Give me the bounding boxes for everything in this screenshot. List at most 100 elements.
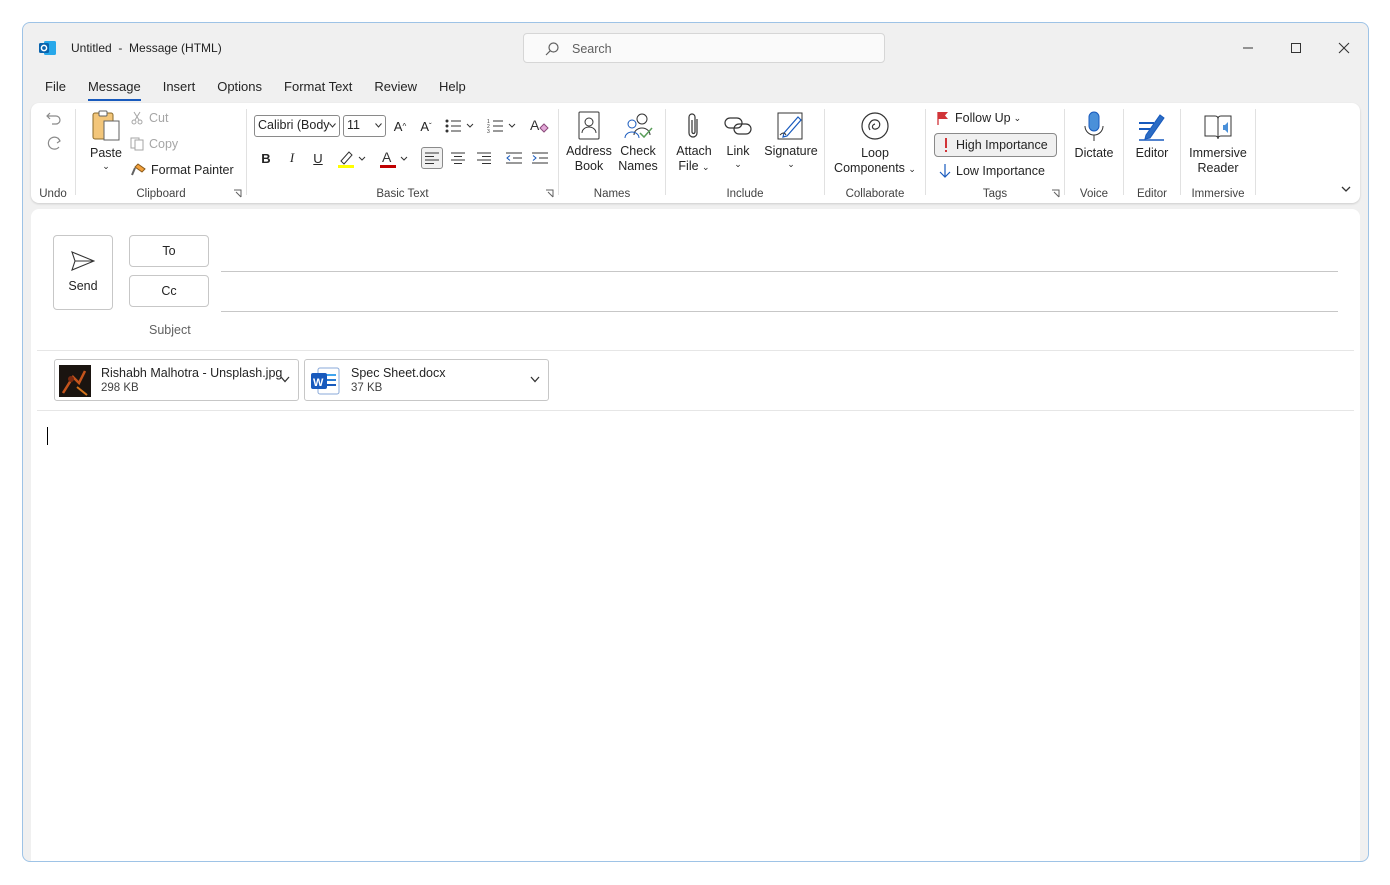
svg-text:A: A <box>530 117 540 133</box>
close-icon[interactable] <box>1333 37 1355 59</box>
cc-field[interactable] <box>221 311 1338 312</box>
dictate-button[interactable]: Dictate <box>1067 111 1121 161</box>
flag-icon <box>937 112 948 125</box>
check-names-icon <box>624 113 653 139</box>
search-box[interactable]: Search <box>523 33 885 63</box>
editor-label: Editor <box>1135 146 1169 160</box>
signature-label: Signature <box>764 144 818 158</box>
paste-button[interactable]: Paste ⌄ <box>86 109 126 171</box>
shrink-font-icon[interactable]: Aˇ <box>415 115 437 137</box>
tab-help[interactable]: Help <box>439 79 466 101</box>
copy-button[interactable]: Copy <box>130 137 178 151</box>
cut-button[interactable]: Cut <box>130 111 168 125</box>
loop-label-line2: Components ⌄ <box>834 161 916 175</box>
group-label-voice: Voice <box>1079 188 1109 200</box>
group-editor: Editor Editor <box>1124 103 1180 203</box>
redo-icon[interactable] <box>45 135 63 153</box>
immersive-reader-label-line1: Immersive <box>1189 146 1247 160</box>
numbering-icon[interactable]: 123 <box>487 118 521 134</box>
chevron-down-icon[interactable] <box>530 376 540 383</box>
cut-label: Cut <box>149 111 169 125</box>
format-painter-button[interactable]: Format Painter <box>130 163 234 177</box>
address-book-label-line2: Book <box>574 159 604 173</box>
group-label-editor: Editor <box>1136 188 1168 200</box>
low-importance-button[interactable]: Low Importance <box>939 163 1045 179</box>
minimize-icon[interactable] <box>1237 37 1259 59</box>
maximize-icon[interactable] <box>1285 37 1307 59</box>
send-icon <box>71 251 95 271</box>
group-include: Attach File ⌄ Link ⌄ Signature ⌄ Include <box>666 103 824 203</box>
copy-label: Copy <box>149 137 179 151</box>
font-family-value: Calibri (Body <box>258 118 330 132</box>
group-label-immersive: Immersive <box>1191 188 1245 200</box>
italic-button[interactable]: I <box>281 147 303 169</box>
tab-format-text[interactable]: Format Text <box>284 79 352 101</box>
arrow-down-icon <box>939 164 951 178</box>
tab-message[interactable]: Message <box>87 79 141 101</box>
compose-area: Send To Cc Subject Rishabh Malhotra - Un… <box>31 209 1360 861</box>
tab-review[interactable]: Review <box>374 79 417 101</box>
loop-components-button[interactable]: Loop Components ⌄ <box>831 111 919 177</box>
group-voice: Dictate Voice <box>1065 103 1123 203</box>
undo-icon[interactable] <box>45 109 63 127</box>
chevron-down-icon <box>375 123 382 128</box>
dialog-launcher-icon[interactable] <box>233 189 242 198</box>
clear-formatting-icon[interactable]: A <box>529 116 549 136</box>
bold-button[interactable]: B <box>255 147 277 169</box>
tab-options[interactable]: Options <box>217 79 262 101</box>
group-label-include: Include <box>726 188 764 200</box>
paste-label: Paste <box>90 146 122 160</box>
group-immersive: Immersive Reader Immersive <box>1181 103 1255 203</box>
highlight-icon[interactable] <box>337 149 373 169</box>
chevron-down-icon: ⌄ <box>102 161 110 171</box>
attach-file-button[interactable]: Attach File ⌄ <box>670 111 718 175</box>
high-importance-button[interactable]: High Importance <box>934 133 1057 157</box>
to-button[interactable]: To <box>129 235 209 267</box>
image-thumbnail-icon <box>59 365 91 397</box>
chevron-down-icon[interactable] <box>280 376 290 383</box>
link-button[interactable]: Link ⌄ <box>718 111 758 169</box>
to-field[interactable] <box>221 271 1338 272</box>
chevron-down-icon: ⌄ <box>787 159 795 169</box>
increase-indent-icon <box>532 152 548 164</box>
increase-indent-button[interactable] <box>529 147 551 169</box>
follow-up-button[interactable]: Follow Up ⌄ <box>936 111 1021 125</box>
decrease-indent-button[interactable] <box>503 147 525 169</box>
editor-button[interactable]: Editor <box>1126 111 1178 161</box>
attachment-item[interactable]: W Spec Sheet.docx 37 KB <box>304 359 549 401</box>
font-family-combo[interactable]: Calibri (Body <box>254 115 340 137</box>
tab-insert[interactable]: Insert <box>163 79 196 101</box>
font-size-combo[interactable]: 11 <box>343 115 386 137</box>
ribbon-expand-chevron-icon[interactable] <box>1340 183 1352 195</box>
send-button[interactable]: Send <box>53 235 113 310</box>
address-book-button[interactable]: Address Book <box>563 111 615 174</box>
chevron-down-icon: ⌄ <box>1013 112 1022 123</box>
align-center-button[interactable] <box>447 147 469 169</box>
dialog-launcher-icon[interactable] <box>545 189 554 198</box>
search-icon <box>545 42 559 56</box>
attachment-item[interactable]: Rishabh Malhotra - Unsplash.jpg 298 KB <box>54 359 299 401</box>
cc-button[interactable]: Cc <box>129 275 209 307</box>
align-left-button[interactable] <box>421 147 443 169</box>
link-icon <box>724 117 752 135</box>
bullets-icon[interactable] <box>445 118 479 134</box>
immersive-reader-button[interactable]: Immersive Reader <box>1183 111 1253 176</box>
align-center-icon <box>451 152 465 164</box>
font-color-icon[interactable]: A <box>379 149 415 169</box>
tab-file[interactable]: File <box>45 79 66 101</box>
subject-label: Subject <box>149 323 191 337</box>
check-names-label-line1: Check <box>620 144 656 158</box>
message-body-caret[interactable] <box>47 427 48 445</box>
dialog-launcher-icon[interactable] <box>1051 189 1060 198</box>
grow-font-icon[interactable]: A ^ <box>389 115 411 137</box>
send-label: Send <box>68 279 98 293</box>
outlook-compose-window: Untitled - Message (HTML) Search File Me… <box>22 22 1369 862</box>
check-names-button[interactable]: Check Names <box>613 111 663 174</box>
format-painter-label: Format Painter <box>151 163 234 177</box>
decrease-indent-icon <box>506 152 522 164</box>
align-right-button[interactable] <box>473 147 495 169</box>
font-size-value: 11 <box>347 118 360 132</box>
signature-button[interactable]: Signature ⌄ <box>760 111 822 169</box>
ribbon: Undo Paste ⌄ Cut Copy Format Painter Cli… <box>31 103 1360 203</box>
underline-button[interactable]: U <box>307 147 329 169</box>
